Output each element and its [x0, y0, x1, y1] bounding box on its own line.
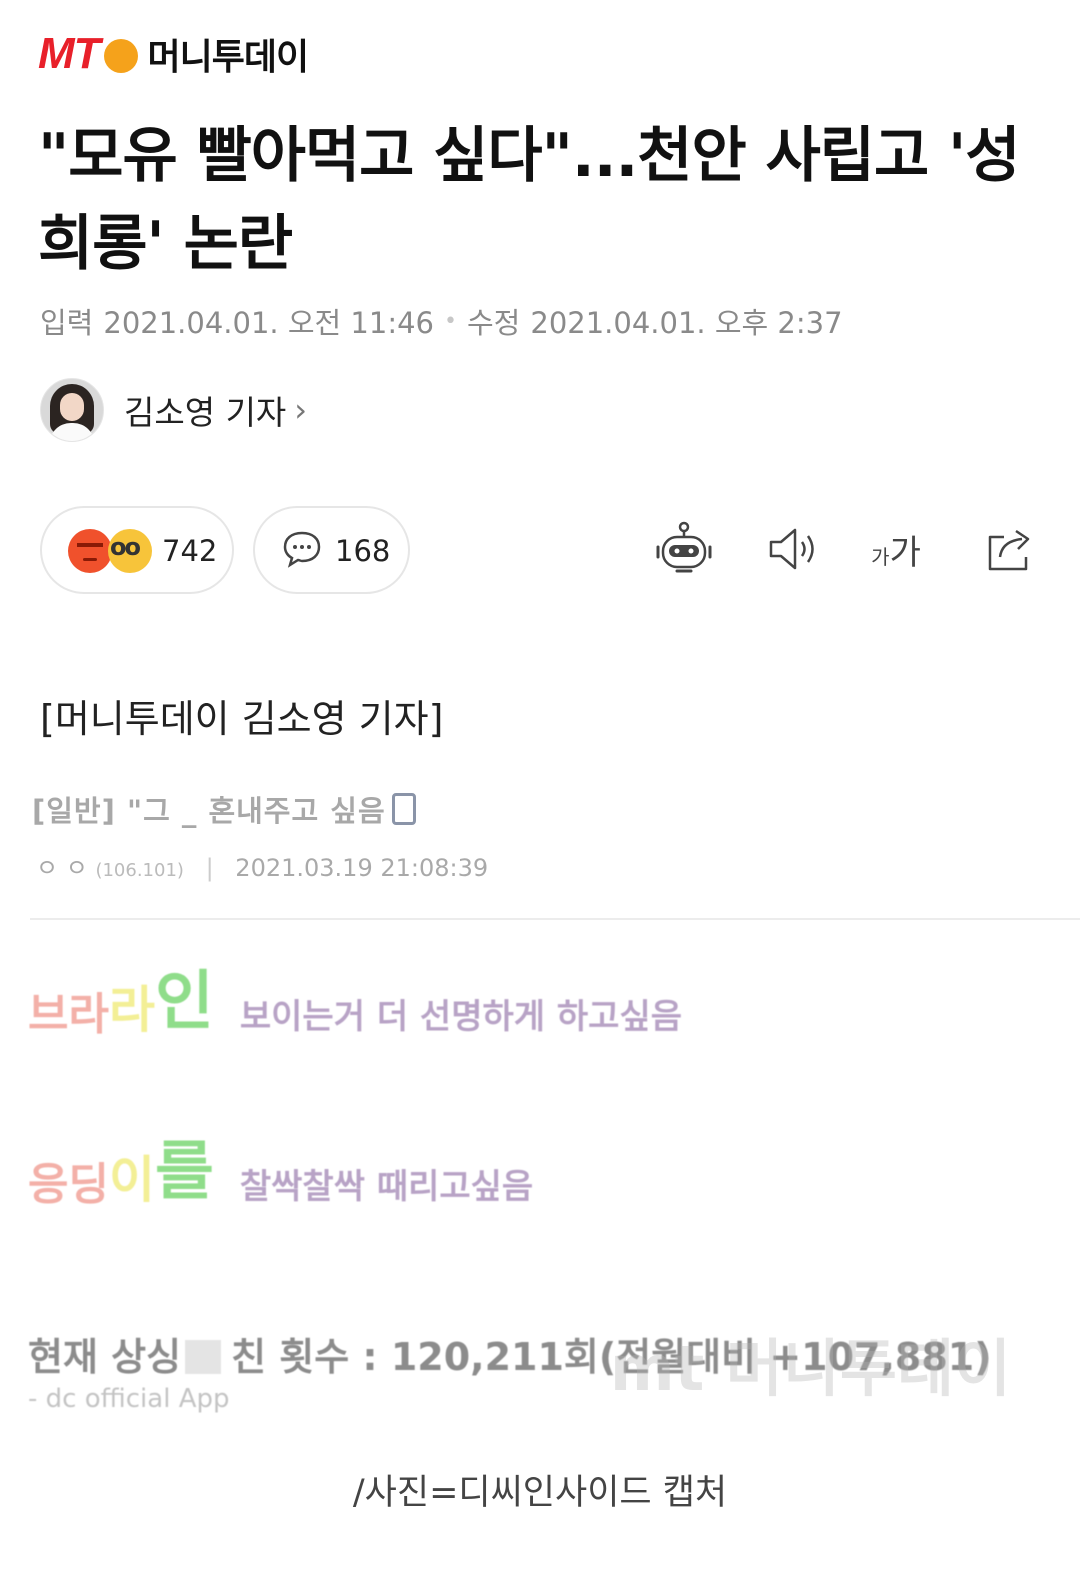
brand-logo-mark: MT — [38, 29, 101, 78]
post-meta: ㅇ ㅇ (106.101) | 2021.03.19 21:08:39 — [36, 848, 488, 883]
reporter-profile-link[interactable]: 김소영 기자 › — [40, 378, 307, 442]
post-line-text: 보이는거 더 선명하게 하고싶음 — [239, 997, 683, 1037]
colored-glyph: 라 — [68, 989, 109, 1040]
chevron-right-icon: › — [294, 391, 308, 429]
post-meta-separator: | — [205, 854, 214, 882]
speaker-icon — [769, 528, 814, 570]
post-author: ㅇ ㅇ — [36, 854, 88, 882]
angry-emoji-icon — [68, 529, 112, 573]
comment-bubble-icon — [283, 531, 321, 568]
post-line-1: 브 라 라 인 보이는거 더 선명하게 하고싶음 — [28, 950, 682, 1042]
colored-glyph: 브 — [28, 989, 69, 1040]
article-headline: "모유 빨아먹고 싶다"...천안 사립고 '성희롱' 논란 — [38, 121, 1021, 279]
colored-glyph: 를 — [154, 1135, 214, 1209]
published-time: 2021.04.01. 오전 11:46 — [103, 306, 435, 340]
modified-time: 2021.04.01. 오후 2:37 — [530, 306, 843, 340]
reactions-count: 742 — [162, 534, 218, 568]
post-ip: (106.101) — [95, 860, 184, 881]
image-caption: /사진=디씨인사이드 캡처 — [352, 1473, 728, 1513]
colored-glyph: 라 — [108, 981, 155, 1039]
brand-name: 머니투데이 — [147, 37, 310, 78]
share-icon — [988, 529, 1030, 571]
redaction-mask — [185, 1340, 222, 1374]
brand-logo[interactable]: MT 머니투데이 — [38, 28, 310, 80]
article-screenshot-image: [일반] "그 _ 혼내주고 싶음 ㅇ ㅇ (106.101) | 2021.0… — [0, 770, 1080, 1430]
post-line-2: 응 딩 이 를 찰싹찰싹 때리고싶음 — [28, 1120, 533, 1212]
colored-glyph: 응 — [28, 1159, 69, 1210]
article-byline: [머니투데이 김소영 기자] — [40, 697, 444, 741]
modified-label: 수정 — [467, 306, 521, 340]
reporter-avatar — [40, 378, 104, 442]
summary-robot-button[interactable] — [654, 518, 714, 580]
robot-icon — [656, 521, 712, 573]
post-title: [일반] "그 _ 혼내주고 싶음 — [32, 788, 416, 830]
colored-glyph: 인 — [154, 965, 214, 1039]
comments-button[interactable]: 168 — [253, 506, 410, 594]
share-button[interactable] — [980, 518, 1040, 580]
post-divider — [30, 918, 1080, 920]
colored-glyph: 딩 — [68, 1159, 109, 1210]
article-timestamps: 입력 2021.04.01. 오전 11:46 • 수정 2021.04.01.… — [40, 300, 843, 342]
watermark: mt 머니투데이 — [610, 1332, 1012, 1405]
post-line-text: 찰싹찰싹 때리고싶음 — [239, 1167, 534, 1207]
published-label: 입력 — [40, 306, 94, 340]
glasses-emoji-icon — [108, 529, 152, 573]
brand-logo-o-icon — [103, 39, 138, 73]
phone-icon — [391, 793, 416, 825]
dc-app-signature: - dc official App — [28, 1384, 230, 1414]
font-size-button[interactable]: 가가 — [866, 518, 926, 580]
colored-glyph: 이 — [108, 1151, 155, 1209]
comments-count: 168 — [335, 534, 391, 568]
post-time: 2021.03.19 21:08:39 — [235, 854, 489, 882]
reporter-name: 김소영 기자 — [124, 393, 287, 432]
reactions-button[interactable]: 742 — [40, 506, 234, 594]
font-size-icon: 가가 — [871, 532, 921, 573]
listen-button[interactable] — [762, 518, 822, 580]
meta-separator-dot: • — [444, 308, 457, 334]
